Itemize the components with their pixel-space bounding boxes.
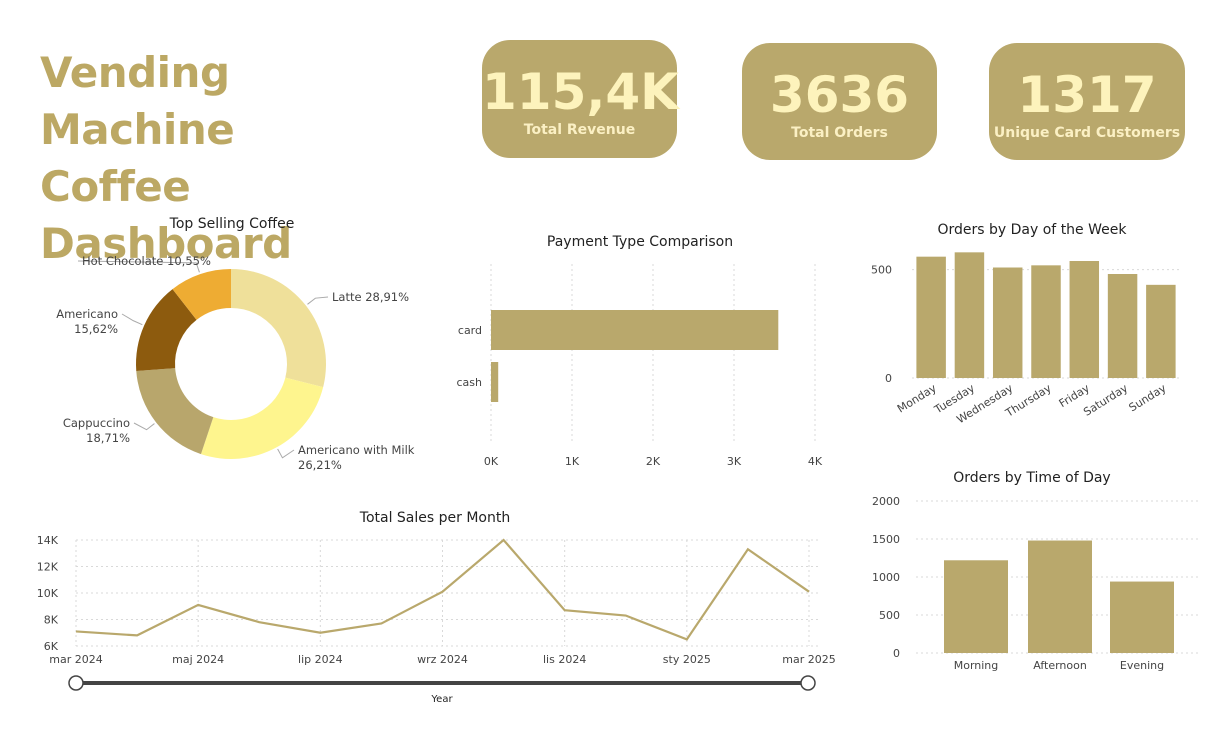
x-tick-label: sty 2025 [663, 653, 711, 666]
y-tick-label: 6K [44, 640, 59, 653]
y-tick-label: 1000 [872, 571, 900, 584]
x-tick-label: Monday [895, 381, 939, 415]
slice-label: Latte 28,91% [332, 290, 409, 304]
slice-label: Americano with Milk 26,21% [298, 443, 415, 472]
orders-by-time-of-day-bar-chart: 0 500 1000 1500 2000 Morning Afternoon Evening [872, 495, 1200, 672]
slice-label: Americano 15,62% [56, 307, 118, 336]
kpi-label: Total Revenue [523, 122, 636, 138]
bar-afternoon [1028, 540, 1092, 653]
kpi-card-total-orders: 3636 Total Orders [742, 43, 937, 160]
top-selling-coffee-donut-chart: Latte 28,91% Americano with Milk 26,21% Cap… [56, 254, 415, 472]
x-tick-label: lis 2024 [543, 653, 586, 666]
slice-leader-line [121, 313, 143, 326]
slider-handle-start[interactable] [68, 675, 84, 691]
x-tick-label: 2K [646, 455, 661, 468]
donut-slice [136, 368, 214, 455]
title-line-1: Vending Machine [40, 48, 235, 154]
slice-leader-line [307, 296, 329, 305]
bar-evening [1110, 581, 1174, 653]
payment-type-bar-chart: 0K 1K 2K 3K 4K card cash [457, 264, 823, 468]
bar-thursday [1031, 265, 1061, 378]
y-tick-label: 10K [37, 587, 59, 600]
bar-wednesday [992, 267, 1023, 378]
x-tick-label: Morning [954, 659, 999, 672]
total-sales-per-month-line-chart: 6K 8K 10K 12K 14K mar 2024 maj 2024 lip 2024 wrz… [37, 534, 836, 666]
x-tick-label: Saturday [1081, 381, 1130, 419]
sales-line [75, 538, 810, 641]
kpi-label: Unique Card Customers [993, 125, 1181, 141]
kpi-label: Total Orders [791, 125, 888, 141]
slice-leader-line [277, 448, 295, 459]
x-tick-label: maj 2024 [172, 653, 224, 666]
y-tick-label: 500 [871, 264, 892, 277]
category-label: card [458, 324, 482, 337]
y-tick-label: 8K [44, 614, 59, 627]
bar-sunday [1146, 284, 1176, 378]
donut-chart-title: Top Selling Coffee [169, 216, 295, 232]
x-tick-label: mar 2024 [49, 653, 102, 666]
slider-label: Year [431, 694, 453, 705]
x-tick-label: mar 2025 [782, 653, 835, 666]
y-tick-label: 500 [879, 609, 900, 622]
orders-by-day-bar-chart: 0500MondayTuesdayWednesdayThursday Friday… [871, 252, 1180, 426]
kpi-card-unique-card-customers: 1317 Unique Card Customers [989, 43, 1185, 160]
donut-slice [231, 269, 326, 388]
payment-chart-title: Payment Type Comparison [546, 234, 734, 250]
bar-tuesday [954, 252, 985, 378]
x-tick-label: 4K [808, 455, 823, 468]
bar-cash [491, 362, 499, 402]
bar-friday [1069, 261, 1100, 378]
kpi-value: 1317 [1017, 66, 1157, 124]
x-tick-label: Sunday [1127, 381, 1169, 414]
bar-card [491, 310, 779, 350]
y-tick-label: 0 [893, 647, 900, 660]
kpi-value: 115,4K [482, 63, 679, 121]
kpi-value: 3636 [769, 66, 910, 124]
y-tick-label: 0 [885, 372, 892, 385]
x-tick-label: wrz 2024 [417, 653, 468, 666]
x-tick-label: 3K [727, 455, 742, 468]
x-tick-label: 1K [565, 455, 580, 468]
category-label: cash [457, 376, 483, 389]
bar-monday [916, 256, 946, 378]
weekday-chart-title: Orders by Day of the Week [937, 222, 1127, 238]
monthly-sales-chart-title: Total Sales per Month [359, 510, 511, 526]
x-tick-label: Afternoon [1033, 659, 1087, 672]
slice-leader-line [133, 422, 155, 431]
y-tick-label: 1500 [872, 533, 900, 546]
year-range-slider[interactable] [64, 672, 824, 694]
slice-label: Cappuccino 18,71% [63, 416, 130, 445]
kpi-card-total-revenue: 115,4K Total Revenue [482, 40, 679, 158]
x-tick-label: lip 2024 [298, 653, 343, 666]
x-tick-label: 0K [484, 455, 499, 468]
y-tick-label: 2000 [872, 495, 900, 508]
bar-saturday [1107, 274, 1138, 378]
x-tick-label: Evening [1120, 659, 1164, 672]
time-of-day-chart-title: Orders by Time of Day [953, 470, 1111, 486]
slice-label: Hot Chocolate 10,55% [82, 254, 211, 268]
y-tick-label: 14K [37, 534, 59, 547]
bar-morning [944, 560, 1008, 653]
y-tick-label: 12K [37, 561, 59, 574]
slider-handle-end[interactable] [800, 675, 816, 691]
